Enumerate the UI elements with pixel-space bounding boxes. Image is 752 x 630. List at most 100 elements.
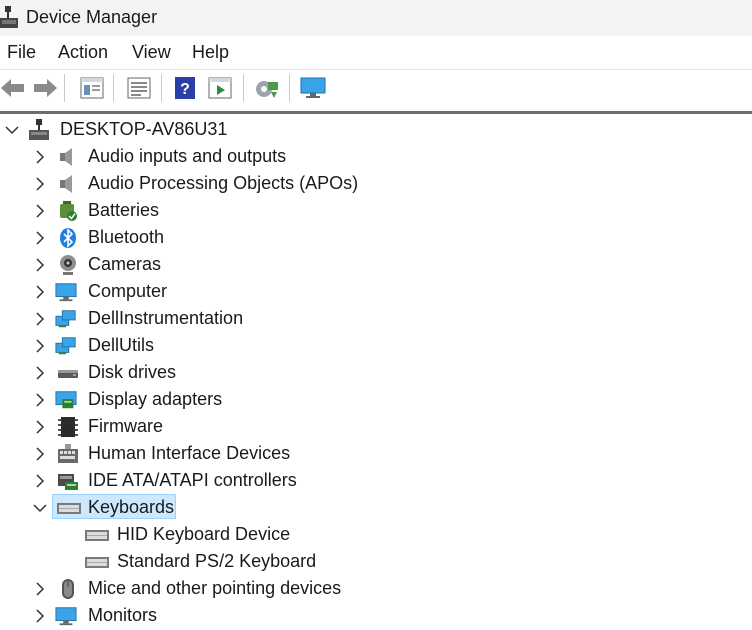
back-icon: [1, 79, 24, 97]
tree-child-label: Standard PS/2 Keyboard: [117, 551, 317, 571]
tree-item-audio-inputs[interactable]: Audio inputs and outputs: [0, 144, 752, 171]
tree-item-cameras[interactable]: Cameras: [0, 252, 752, 279]
monitor-icon: [55, 607, 77, 626]
run-button[interactable]: [207, 75, 233, 101]
tree-child-label: HID Keyboard Device: [117, 524, 291, 544]
tree-item-label: IDE ATA/ATAPI controllers: [88, 470, 297, 490]
toolbar: ?: [0, 69, 752, 106]
menu-action[interactable]: Action: [58, 42, 108, 63]
tree-item-computer[interactable]: Computer: [0, 279, 752, 306]
forward-button[interactable]: [32, 75, 58, 101]
tree-item-label: Keyboards: [88, 497, 175, 517]
toolbar-separator: [64, 74, 65, 102]
back-button[interactable]: [0, 75, 26, 101]
properties-panel-button[interactable]: [79, 75, 105, 101]
network-monitor-icon: [55, 310, 76, 328]
chevron-right-icon[interactable]: [30, 606, 50, 626]
scan-hardware-icon: [256, 81, 278, 98]
tree-item-label: Batteries: [88, 200, 160, 220]
toolbar-separator: [113, 74, 114, 102]
tree-child-ps2-keyboard[interactable]: Standard PS/2 Keyboard: [0, 549, 752, 576]
monitor-icon: [300, 77, 326, 98]
chevron-right-icon[interactable]: [30, 390, 50, 410]
tree-item-label: Disk drives: [88, 362, 177, 382]
tree-item-ide-ata[interactable]: IDE ATA/ATAPI controllers: [0, 468, 752, 495]
tree-item-human-interface[interactable]: Human Interface Devices: [0, 441, 752, 468]
monitor-button[interactable]: [300, 75, 326, 101]
chevron-right-icon[interactable]: [30, 147, 50, 167]
menu-view[interactable]: View: [132, 42, 171, 63]
tree-item-label: Mice and other pointing devices: [88, 578, 342, 598]
chevron-right-icon[interactable]: [30, 417, 50, 437]
tree-item-label: Bluetooth: [88, 227, 165, 247]
chevron-right-icon[interactable]: [30, 201, 50, 221]
bluetooth-icon: [60, 228, 76, 248]
display-adapter-icon: [55, 391, 77, 409]
speaker-icon: [60, 175, 72, 193]
tree-item-bluetooth[interactable]: Bluetooth: [0, 225, 752, 252]
chevron-right-icon[interactable]: [30, 228, 50, 248]
toolbar-separator: [243, 74, 244, 102]
tree-item-batteries[interactable]: Batteries: [0, 198, 752, 225]
chevron-right-icon[interactable]: [30, 174, 50, 194]
toolbar-separator: [289, 74, 290, 102]
tree-item-dellutils[interactable]: DellUtils: [0, 333, 752, 360]
pane-divider: [0, 111, 752, 114]
menu-file[interactable]: File: [7, 42, 36, 63]
tree-item-label: DellUtils: [88, 335, 155, 355]
list-view-icon: [127, 77, 151, 99]
tree-child-hid-keyboard[interactable]: HID Keyboard Device: [0, 522, 752, 549]
chevron-right-icon[interactable]: [30, 444, 50, 464]
chevron-right-icon[interactable]: [30, 579, 50, 599]
help-button[interactable]: ?: [172, 75, 198, 101]
tree-item-audio-processing[interactable]: Audio Processing Objects (APOs): [0, 171, 752, 198]
tree-item-dellinstrumentation[interactable]: DellInstrumentation: [0, 306, 752, 333]
tree-item-keyboards[interactable]: Keyboards: [0, 495, 752, 522]
help-icon: ?: [175, 77, 195, 99]
scan-hardware-button[interactable]: [253, 75, 279, 101]
tree-item-disk-drives[interactable]: Disk drives: [0, 360, 752, 387]
tree-item-label: Audio inputs and outputs: [88, 146, 287, 166]
tree-item-label: Firmware: [88, 416, 163, 436]
chevron-right-icon[interactable]: [30, 255, 50, 275]
chevron-down-icon[interactable]: [2, 120, 22, 140]
tree-item-firmware[interactable]: Firmware: [0, 414, 752, 441]
network-monitor-icon: [55, 337, 76, 355]
tree-item-label: Display adapters: [88, 389, 223, 409]
chevron-right-icon[interactable]: [30, 471, 50, 491]
chevron-right-icon[interactable]: [30, 336, 50, 356]
chevron-right-icon[interactable]: [30, 282, 50, 302]
menu-help[interactable]: Help: [192, 42, 229, 63]
tree-item-label: Monitors: [88, 605, 158, 625]
svg-text:?: ?: [180, 81, 190, 98]
speaker-icon: [60, 148, 72, 166]
tree-item-monitors[interactable]: Monitors: [0, 603, 752, 630]
tree-item-label: Audio Processing Objects (APOs): [88, 173, 359, 193]
tree-item-label: DellInstrumentation: [88, 308, 244, 328]
mouse-icon: [62, 579, 74, 599]
keyboard-icon: [85, 530, 109, 541]
title-bar: Device Manager: [0, 0, 752, 36]
device-manager-icon: [0, 6, 18, 28]
tree-item-label: Cameras: [88, 254, 162, 274]
disk-drive-icon: [58, 370, 78, 378]
forward-icon: [34, 79, 57, 97]
tree-item-mice[interactable]: Mice and other pointing devices: [0, 576, 752, 603]
list-view-button[interactable]: [126, 75, 152, 101]
tree-item-display-adapters[interactable]: Display adapters: [0, 387, 752, 414]
window-title: Device Manager: [26, 7, 158, 27]
battery-icon: [60, 201, 77, 221]
properties-panel-icon: [80, 77, 104, 99]
chevron-right-icon[interactable]: [30, 363, 50, 383]
keyboard-icon: [57, 503, 81, 514]
tree-item-label: Human Interface Devices: [88, 443, 291, 463]
chevron-right-icon[interactable]: [30, 309, 50, 329]
computer-tower-icon: [29, 119, 49, 140]
chevron-down-icon[interactable]: [30, 498, 50, 518]
menu-bar: File Action View Help: [0, 36, 752, 68]
ide-controller-icon: [58, 474, 78, 490]
run-icon: [208, 77, 232, 99]
hid-icon: [58, 444, 78, 463]
tree-root-row[interactable]: DESKTOP-AV86U31: [0, 117, 752, 144]
keyboard-icon: [85, 557, 109, 568]
